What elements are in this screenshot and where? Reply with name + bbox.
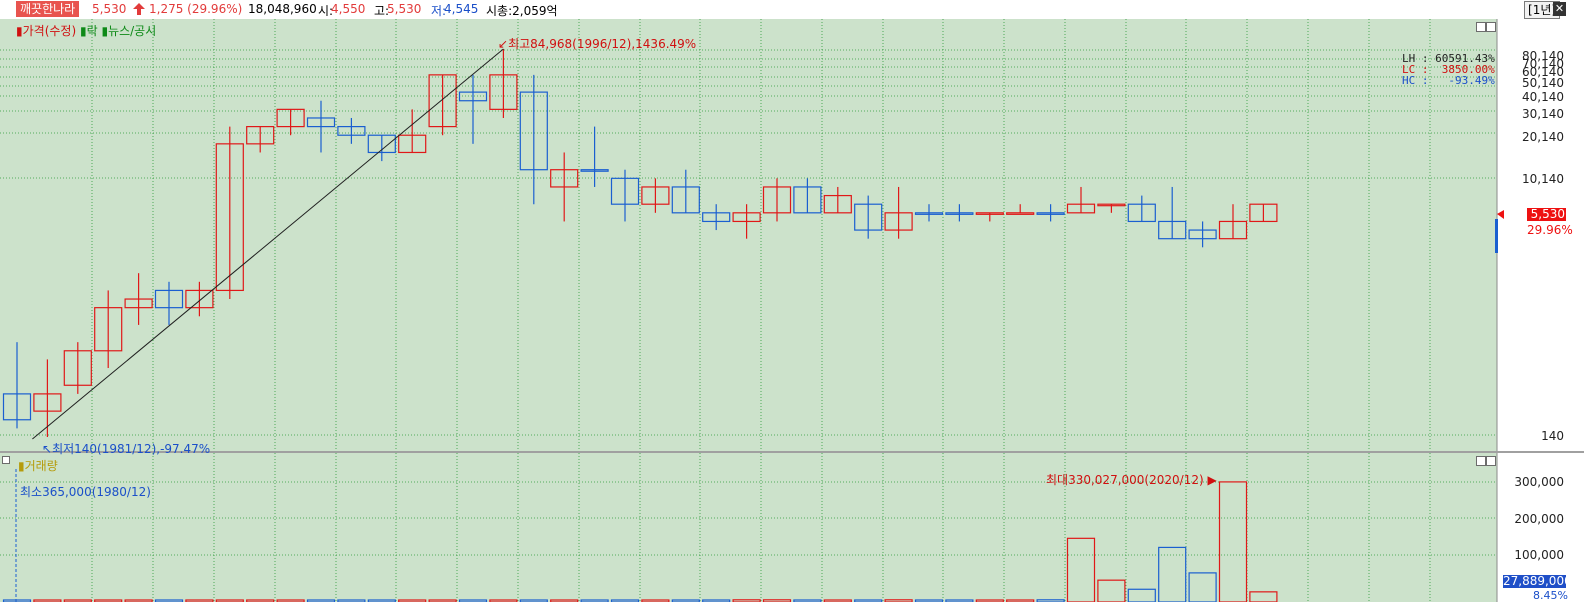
price-range-indicator xyxy=(1495,219,1498,253)
max-price-annotation: ↙최고84,968(1996/12),1436.49% xyxy=(498,35,696,52)
chart-area[interactable]: ▮가격(수정) ▮락 ▮뉴스/공시 ▮거래량 LH : 60591.43% LC… xyxy=(0,19,1584,602)
high-value: 5,530 xyxy=(387,2,422,16)
minimize-volume-pane-icon[interactable] xyxy=(1476,456,1486,466)
max-price-text: 최고84,968(1996/12),1436.49% xyxy=(508,37,697,51)
current-price-pct: 29.96% xyxy=(1527,223,1573,237)
volume-pane-controls xyxy=(1476,456,1496,466)
close-button[interactable]: ✕ xyxy=(1553,2,1566,16)
close-pane-icon[interactable] xyxy=(1486,22,1496,32)
news-legend-label: 뉴스/공시 xyxy=(108,24,157,38)
volume-pane-menu xyxy=(2,456,22,466)
y-tick: 140 xyxy=(1541,429,1564,443)
chart-canvas[interactable] xyxy=(0,19,1584,602)
price-legend-label: 가격(수정) xyxy=(22,24,77,38)
pane-menu-icon[interactable] xyxy=(2,456,10,464)
chart-header-bar: 깨끗한나라 5,530 1,275 (29.96%) 18,048,960 시:… xyxy=(0,0,1584,20)
current-price-marker: 5,530 xyxy=(1527,208,1566,221)
max-volume-text: 최대330,027,000(2020/12) xyxy=(1046,473,1204,487)
right-arrow-icon: ▶ xyxy=(1207,473,1217,487)
open-value: 4,550 xyxy=(331,2,366,16)
y-tick: 20,140 xyxy=(1522,130,1564,144)
volume-legend[interactable]: ▮거래량 xyxy=(18,457,58,474)
min-arrow-icon: ↖ xyxy=(42,442,53,456)
price-legend[interactable]: ▮가격(수정) ▮락 ▮뉴스/공시 xyxy=(16,22,156,39)
min-price-annotation: ↖최저140(1981/12),-97.47% xyxy=(42,440,210,457)
price-pane-controls xyxy=(1476,22,1496,32)
max-arrow-icon: ↙ xyxy=(498,37,509,51)
low-value: 4,545 xyxy=(444,2,479,16)
y-tick: 30,140 xyxy=(1522,107,1564,121)
price-change: 1,275 (29.96%) xyxy=(149,2,243,16)
y-tick: 50,140 xyxy=(1522,76,1564,90)
y-tick: 40,140 xyxy=(1522,90,1564,104)
market-cap: 시총:2,059억 xyxy=(486,4,558,18)
current-volume-marker: 27,889,000 xyxy=(1503,574,1572,588)
vol-tick: 200,000 xyxy=(1514,512,1564,526)
max-volume-annotation: 최대330,027,000(2020/12) ▶ xyxy=(1046,471,1217,488)
minimize-pane-icon[interactable] xyxy=(1476,22,1486,32)
vol-tick: 100,000 xyxy=(1514,548,1564,562)
current-price: 5,530 xyxy=(92,2,127,16)
up-arrow-icon xyxy=(133,3,145,15)
stock-name-badge[interactable]: 깨끗한나라 xyxy=(16,1,80,17)
vol-tick: 300,000 xyxy=(1514,475,1564,489)
sep-legend-label: 락 xyxy=(86,24,98,38)
price-legend-marker: ▮ xyxy=(16,24,23,38)
volume-pane-bg xyxy=(0,453,1497,602)
volume-legend-label: 거래량 xyxy=(24,459,58,473)
trade-volume: 18,048,960 xyxy=(248,2,317,16)
close-volume-pane-icon[interactable] xyxy=(1486,456,1496,466)
min-volume-annotation: 최소365,000(1980/12) xyxy=(20,485,151,499)
period-button-label: 1년 xyxy=(1532,3,1552,17)
min-price-text: 최저140(1981/12),-97.47% xyxy=(52,442,211,456)
current-volume-pct: 8.45% xyxy=(1533,589,1568,602)
y-tick: 10,140 xyxy=(1522,172,1564,186)
info-hc: HC : -93.49% xyxy=(1402,74,1495,87)
sep-legend-marker: ▮ xyxy=(79,24,87,38)
price-pane-bg xyxy=(0,19,1497,451)
